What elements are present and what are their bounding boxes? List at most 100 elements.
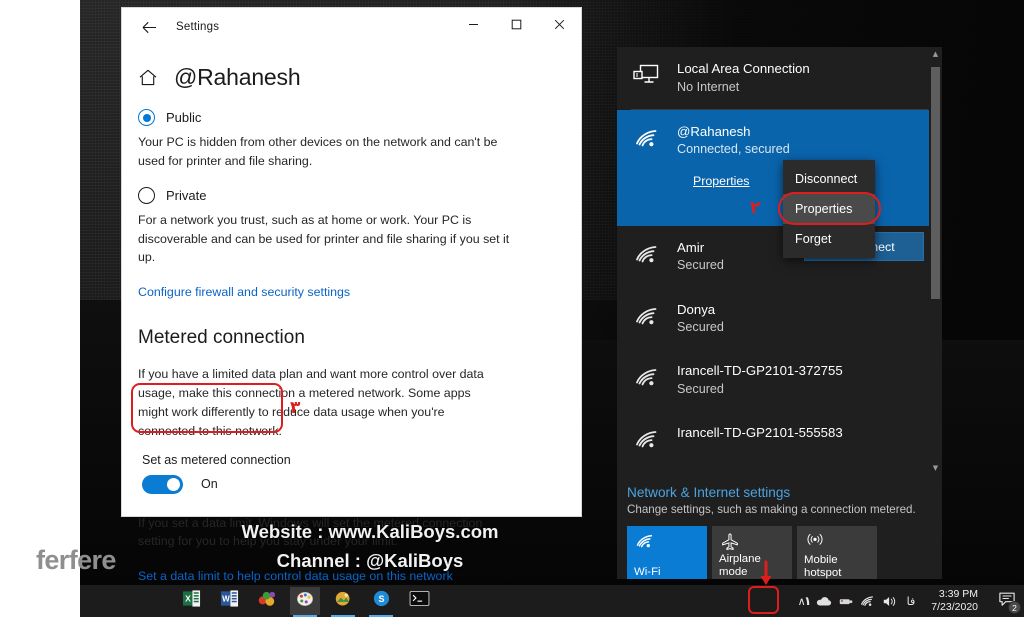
metered-description: If you have a limited data plan and want… [138, 367, 484, 438]
terminal-icon [409, 590, 430, 612]
screenshot-root: Settings @Rahanesh Public Your PC is hid… [0, 0, 1024, 617]
onedrive-cloud-icon[interactable] [813, 588, 835, 614]
tile-airplane-mode[interactable]: Airplane mode [712, 526, 792, 579]
window-title: Settings [176, 21, 220, 33]
airplane-icon [719, 532, 785, 554]
network-item-rahanesh[interactable]: @Rahanesh Connected, secured [617, 109, 942, 162]
taskbar-app-media[interactable] [252, 587, 282, 615]
network-status: Secured [677, 320, 724, 335]
wifi-icon [633, 126, 663, 152]
metered-toggle-state: On [201, 477, 218, 492]
network-context-menu: Disconnect Properties Forget [783, 160, 875, 258]
taskbar-apps: X W S [176, 587, 434, 617]
scrollbar-track[interactable] [929, 61, 942, 461]
network-item-donya[interactable]: Donya Secured [617, 288, 942, 350]
clock[interactable]: 3:39 PM 7/23/2020 [931, 588, 978, 614]
configure-firewall-link[interactable]: Configure firewall and security settings [138, 285, 350, 299]
media-icon [257, 589, 277, 613]
wifi-icon [633, 304, 663, 330]
taskbar-app-excel[interactable]: X [176, 587, 206, 615]
paint-icon [295, 589, 315, 613]
maximize-button[interactable] [495, 8, 538, 40]
wifi-tray-icon[interactable] [857, 588, 879, 614]
quick-action-tiles: Wi-Fi Airplane mode Mobile hotspot [627, 526, 942, 579]
network-item-text: @Rahanesh Connected, secured [677, 124, 790, 158]
network-item-text: Irancell-TD-GP2101-555583 [677, 425, 843, 442]
network-item-text: Irancell-TD-GP2101-372755 Secured [677, 363, 843, 397]
context-menu-forget[interactable]: Forget [783, 224, 875, 254]
network-name: Amir [677, 239, 705, 255]
tile-wifi[interactable]: Wi-Fi [627, 526, 707, 579]
taskbar-app-paint[interactable] [290, 587, 320, 617]
tray-chevron-icon[interactable]: ∧ [791, 588, 813, 614]
private-label: Private [166, 187, 207, 203]
network-list-scrollbar[interactable]: ▲ ▼ [929, 47, 942, 475]
speaker-icon[interactable] [879, 588, 901, 614]
network-item-irancell-555583[interactable]: Irancell-TD-GP2101-555583 [617, 411, 942, 467]
home-icon [138, 68, 158, 88]
wifi-icon [633, 365, 663, 391]
ferfere-logo: ferfere [36, 545, 116, 575]
private-description: For a network you trust, such as at home… [138, 212, 510, 265]
network-flyout: Local Area Connection No Internet @Rahan [617, 47, 942, 579]
network-item-irancell-372755[interactable]: Irancell-TD-GP2101-372755 Secured [617, 349, 942, 411]
network-internet-settings-sub: Change settings, such as making a connec… [627, 503, 916, 516]
network-status: No Internet [677, 79, 740, 94]
wifi-icon [634, 532, 700, 554]
hotspot-icon [804, 532, 870, 554]
close-button[interactable] [538, 8, 581, 40]
watermark-channel: Channel : @KaliBoys [276, 549, 464, 571]
window-controls [452, 8, 581, 40]
network-name: Irancell-TD-GP2101-372755 [677, 363, 843, 379]
tile-mobile-hotspot[interactable]: Mobile hotspot [797, 526, 877, 579]
tile-label: Airplane mode [719, 552, 761, 578]
action-center-button[interactable]: 2 [990, 585, 1024, 617]
network-name: Donya [677, 301, 716, 317]
watermark-website: Website : www.KaliBoys.com [241, 521, 499, 542]
taskbar-app-word[interactable]: W [214, 587, 244, 615]
settings-titlebar: Settings [122, 8, 581, 46]
word-icon: W [220, 589, 239, 613]
notification-count-badge: 2 [1008, 601, 1021, 614]
scrollbar-thumb[interactable] [931, 67, 940, 299]
taskbar-app-skype[interactable]: S [366, 587, 396, 617]
metered-toggle-label: Set as metered connection [142, 452, 291, 467]
profile-option-public[interactable]: Public [138, 109, 563, 126]
profile-option-private[interactable]: Private [138, 186, 563, 204]
tile-label: Mobile hotspot [804, 553, 842, 579]
context-menu-properties[interactable]: Properties [783, 194, 875, 224]
network-properties-link[interactable]: Properties [693, 174, 749, 188]
public-label: Public [166, 110, 202, 125]
removable-device-icon[interactable] [835, 588, 857, 614]
skype-icon: S [372, 589, 391, 613]
metered-toggle-group: Set as metered connection On [138, 449, 301, 502]
taskbar-app-terminal[interactable] [404, 587, 434, 615]
excel-icon: X [182, 589, 201, 613]
keyboard-language-indicator[interactable]: فا [907, 595, 916, 608]
private-radio[interactable] [138, 186, 155, 204]
metered-toggle-row: On [142, 474, 291, 494]
watermark-text: Website : www.KaliBoys.com Channel : @Ka… [170, 518, 570, 575]
system-tray: ∧ فا 3:39 PM 7/23/2020 2 [791, 585, 1024, 617]
svg-text:X: X [185, 594, 191, 604]
network-item-text: Donya Secured [677, 302, 724, 336]
taskbar: X W S ∧ فا 3:39 PM 7/23/2020 2 [80, 585, 1024, 617]
metered-toggle-switch[interactable] [142, 474, 183, 494]
network-item-text: Amir Secured [677, 240, 724, 274]
network-name: Irancell-TD-GP2101-555583 [677, 425, 843, 441]
taskbar-app-photo[interactable] [328, 587, 358, 617]
scroll-up-arrow-icon[interactable]: ▲ [929, 47, 942, 61]
wifi-icon [633, 242, 663, 268]
network-internet-settings-link[interactable]: Network & Internet settings [627, 485, 942, 500]
network-status: Secured [677, 258, 724, 273]
scroll-down-arrow-icon[interactable]: ▼ [929, 461, 942, 475]
minimize-button[interactable] [452, 8, 495, 40]
public-radio[interactable] [138, 109, 155, 126]
flyout-bottom-section: Network & Internet settings Change setti… [617, 475, 942, 579]
back-arrow-icon[interactable] [128, 12, 170, 42]
public-description: Your PC is hidden from other devices on … [138, 135, 498, 168]
network-name: @Rahanesh [677, 123, 751, 139]
wifi-icon [633, 427, 663, 453]
network-item-lan[interactable]: Local Area Connection No Internet [617, 47, 942, 109]
context-menu-disconnect[interactable]: Disconnect [783, 164, 875, 194]
